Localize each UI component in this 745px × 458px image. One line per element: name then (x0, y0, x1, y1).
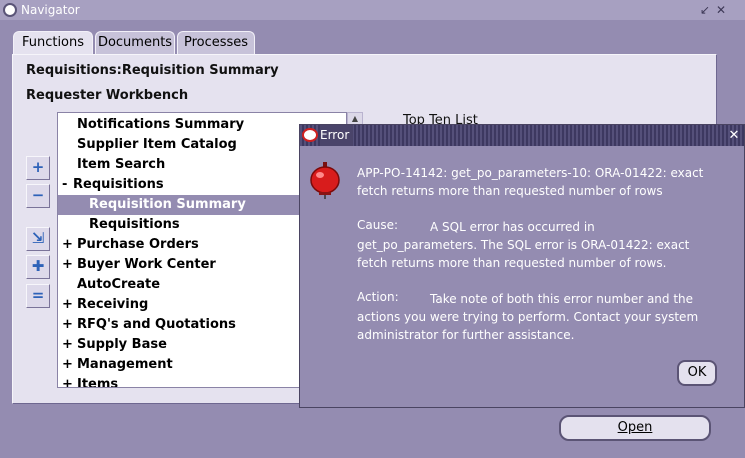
navigator-window: Navigator ↙ ✕ Functions Documents Proces… (0, 0, 745, 458)
alarm-bell-icon (310, 162, 340, 199)
scroll-up-icon[interactable]: ▲ (350, 114, 360, 124)
page-heading: Requester Workbench (26, 88, 189, 103)
minimize-icon[interactable]: ↙ (697, 2, 713, 18)
collapse-button[interactable]: − (26, 184, 50, 208)
action-text: Take note of both this error number and … (357, 292, 699, 342)
title-bar: Navigator ↙ ✕ (0, 0, 745, 20)
ok-button[interactable]: OK (677, 360, 717, 386)
expand-all-button[interactable]: ✚ (26, 255, 50, 279)
open-button[interactable]: Open (559, 415, 711, 441)
expand-button[interactable]: + (26, 156, 50, 180)
error-dialog-titlebar: Error ✕ (300, 125, 744, 146)
window-title: Navigator (21, 3, 80, 17)
page-breadcrumb: Requisitions:Requisition Summary (26, 63, 279, 78)
dialog-close-icon[interactable]: ✕ (726, 125, 742, 146)
expand-branch-button[interactable]: ⇲ (26, 227, 50, 251)
collapse-all-button[interactable]: = (26, 284, 50, 308)
tab-processes[interactable]: Processes (177, 31, 255, 55)
error-message: APP-PO-14142: get_po_parameters-10: ORA-… (357, 166, 704, 198)
tab-documents[interactable]: Documents (95, 31, 175, 55)
close-icon[interactable]: ✕ (713, 2, 729, 18)
app-icon (3, 3, 17, 17)
cause-text: A SQL error has occurred in get_po_param… (357, 220, 690, 270)
oracle-icon (302, 128, 318, 142)
error-dialog-title: Error (320, 125, 354, 146)
